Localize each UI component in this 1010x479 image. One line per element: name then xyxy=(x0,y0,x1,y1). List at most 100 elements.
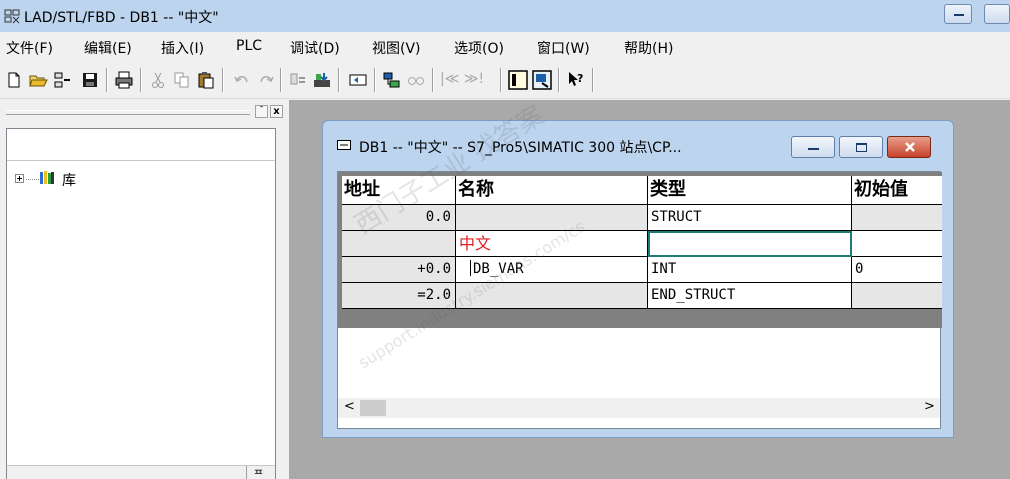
monitor-button[interactable] xyxy=(288,70,308,90)
open-icon xyxy=(29,75,48,87)
tree-bottom-button[interactable]: ᄑ xyxy=(246,466,270,479)
new-button[interactable] xyxy=(4,70,24,90)
toolbar-separator xyxy=(280,68,282,92)
toolbar-separator xyxy=(432,68,434,92)
open-button[interactable] xyxy=(28,70,48,90)
overview-icon xyxy=(508,70,528,90)
db-window-title: DB1 -- "中文" -- S7_Pro5\SIMATIC 300 站点\CP… xyxy=(359,140,682,156)
table-cell-initial[interactable] xyxy=(852,205,942,231)
toolbar-separator xyxy=(374,68,376,92)
paste-icon xyxy=(198,72,214,89)
scroll-right-arrow[interactable]: > xyxy=(924,399,935,414)
menu-bar: 文件(F) 编辑(E) 插入(I) PLC 调试(D) 视图(V) 选项(O) … xyxy=(0,32,1010,61)
print-icon xyxy=(115,71,133,89)
glasses-button[interactable] xyxy=(406,70,426,90)
paste-button[interactable] xyxy=(196,70,216,90)
db-window-icon xyxy=(337,140,351,150)
table-cell-name[interactable] xyxy=(456,283,648,309)
accessible-nodes-button[interactable] xyxy=(52,70,72,90)
menu-edit[interactable]: 编辑(E) xyxy=(84,38,132,58)
overview-button[interactable] xyxy=(508,70,528,90)
library-icon xyxy=(40,171,54,184)
table-cell-name[interactable]: DB_VAR xyxy=(456,257,648,283)
redo-button[interactable] xyxy=(256,70,276,90)
table-cell-initial[interactable] xyxy=(852,231,942,257)
menu-file[interactable]: 文件(F) xyxy=(6,38,53,58)
cut-button[interactable] xyxy=(148,70,168,90)
panel-scroll-button[interactable]: ¯ xyxy=(255,105,268,118)
table-cell-address: =2.0 xyxy=(342,283,456,309)
table-cell-name[interactable] xyxy=(456,205,648,231)
tree-item-library[interactable]: 库 xyxy=(62,170,76,190)
scroll-thumb[interactable] xyxy=(360,400,386,416)
table-cell-type-active[interactable] xyxy=(648,231,852,257)
menu-view[interactable]: 视图(V) xyxy=(372,38,421,58)
download-icon xyxy=(314,73,330,87)
svg-text:?: ? xyxy=(577,72,583,85)
toolbar-separator xyxy=(140,68,142,92)
panel-close-button[interactable]: x xyxy=(270,105,283,118)
details-button[interactable] xyxy=(532,70,552,90)
maximize-button[interactable] xyxy=(984,4,1010,24)
toolbar: |≪ ≫! ? xyxy=(0,61,1010,99)
menu-options[interactable]: 选项(O) xyxy=(454,38,504,58)
window-title: LAD/STL/FBD - DB1 -- "中文" xyxy=(24,10,219,26)
copy-button[interactable] xyxy=(172,70,192,90)
menu-debug[interactable]: 调试(D) xyxy=(290,38,340,58)
minimize-button[interactable] xyxy=(944,4,972,24)
help-icon: ? xyxy=(569,72,583,86)
expand-icon[interactable] xyxy=(15,174,24,183)
save-button[interactable] xyxy=(80,70,100,90)
table-cell-name-comment[interactable]: 中文 xyxy=(456,231,648,257)
glasses-icon xyxy=(408,77,424,85)
table-cell-address xyxy=(342,231,456,257)
table-cell-type[interactable]: END_STRUCT xyxy=(648,283,852,309)
table-cell-initial[interactable] xyxy=(852,283,942,309)
toolbar-separator xyxy=(106,68,108,92)
db-maximize-button[interactable] xyxy=(839,136,883,158)
undo-button[interactable] xyxy=(232,70,252,90)
toolbar-separator xyxy=(592,68,594,92)
text-caret xyxy=(470,260,471,276)
maximize-icon xyxy=(856,143,867,152)
menu-plc[interactable]: PLC xyxy=(236,38,262,54)
toolbar-separator xyxy=(558,68,560,92)
toolbar-separator xyxy=(222,68,224,92)
download-button[interactable] xyxy=(312,70,332,90)
save-icon xyxy=(83,73,97,87)
column-header-address[interactable]: 地址 xyxy=(342,176,456,205)
column-header-name[interactable]: 名称 xyxy=(456,176,648,205)
table-cell-type[interactable]: STRUCT xyxy=(648,205,852,231)
db-table-area: 地址 名称 类型 初始值 0.0 STRUCT 中文 +0.0 DB_VAR I… xyxy=(337,171,942,429)
cut-icon xyxy=(152,72,164,88)
variable-name: DB_VAR xyxy=(473,261,524,277)
title-bar: LAD/STL/FBD - DB1 -- "中文" xyxy=(0,0,1010,32)
toolbar-separator xyxy=(338,68,340,92)
db-minimize-button[interactable] xyxy=(791,136,835,158)
menu-insert[interactable]: 插入(I) xyxy=(161,38,204,58)
horizontal-scrollbar[interactable]: < > xyxy=(338,398,940,418)
table-cell-type[interactable]: INT xyxy=(648,257,852,283)
db-close-button[interactable] xyxy=(887,136,931,158)
insert-network-button[interactable] xyxy=(348,70,368,90)
column-header-initial-value[interactable]: 初始值 xyxy=(852,176,942,205)
new-icon xyxy=(8,72,20,88)
menu-help[interactable]: 帮助(H) xyxy=(624,38,673,58)
copy-icon xyxy=(174,72,189,88)
step-navigation[interactable]: |≪ ≫! xyxy=(440,71,496,91)
minimize-icon xyxy=(808,148,819,150)
display-icon xyxy=(383,72,400,88)
panel-grip[interactable] xyxy=(6,110,250,115)
column-header-type[interactable]: 类型 xyxy=(648,176,852,205)
db-editor-window: DB1 -- "中文" -- S7_Pro5\SIMATIC 300 站点\CP… xyxy=(322,120,954,438)
scroll-left-arrow[interactable]: < xyxy=(344,399,355,414)
print-button[interactable] xyxy=(114,70,134,90)
minimize-icon xyxy=(954,14,964,16)
help-button[interactable]: ? xyxy=(566,70,586,90)
table-cell-initial[interactable]: 0 xyxy=(852,257,942,283)
app-icon xyxy=(4,9,20,24)
tree-connector xyxy=(26,179,39,180)
menu-window[interactable]: 窗口(W) xyxy=(537,38,590,58)
display-button[interactable] xyxy=(382,70,402,90)
monitor-icon xyxy=(290,73,305,85)
